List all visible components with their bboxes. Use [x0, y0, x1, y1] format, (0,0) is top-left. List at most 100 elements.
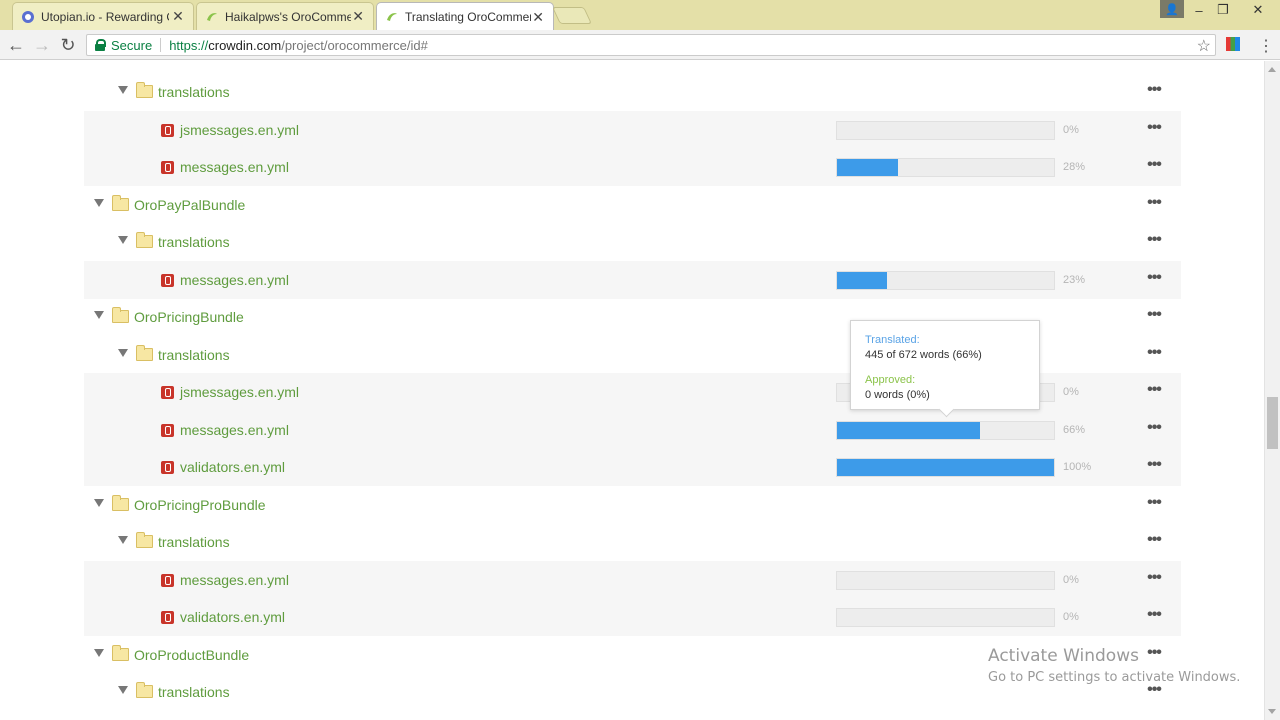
scroll-down-arrow-icon[interactable] — [1268, 709, 1276, 714]
close-window-button[interactable]: ✕ — [1236, 0, 1280, 20]
close-tab-icon[interactable]: ✕ — [171, 8, 185, 25]
yml-file-icon — [161, 461, 174, 474]
tooltip-translated-value: 445 of 672 words (66%) — [865, 349, 982, 361]
file-name-link[interactable]: messages.en.yml — [180, 572, 289, 588]
folder-name[interactable]: OroPricingProBundle — [134, 497, 266, 513]
progress-percent: 0% — [1063, 573, 1079, 586]
url-host: crowdin.com — [208, 37, 282, 53]
more-options-icon[interactable]: ••• — [1143, 494, 1165, 514]
close-tab-icon[interactable]: ✕ — [531, 9, 545, 26]
file-name-link[interactable]: jsmessages.en.yml — [180, 122, 299, 138]
more-options-icon[interactable]: ••• — [1143, 381, 1165, 401]
folder-name[interactable]: OroPricingBundle — [134, 309, 244, 325]
restore-window-button[interactable]: ❐ — [1212, 0, 1234, 20]
file-row[interactable]: messages.en.yml 66% ••• — [84, 410, 1181, 449]
more-options-icon[interactable]: ••• — [1143, 569, 1165, 589]
new-tab-button[interactable] — [552, 7, 592, 24]
file-name-link[interactable]: validators.en.yml — [180, 459, 285, 475]
translation-progress-bar[interactable] — [836, 158, 1055, 177]
folder-name[interactable]: translations — [158, 234, 230, 250]
reload-icon[interactable]: ↻ — [58, 35, 78, 55]
folder-name[interactable]: translations — [158, 84, 230, 100]
scrollbar-thumb[interactable] — [1267, 397, 1278, 449]
watermark-title: Activate Windows — [988, 646, 1139, 666]
folder-row[interactable]: translations ••• — [84, 523, 1181, 561]
translation-progress-bar[interactable] — [836, 270, 1055, 290]
folder-name[interactable]: OroPayPalBundle — [134, 197, 245, 213]
progress-percent: 0% — [1063, 123, 1079, 136]
yml-file-icon — [161, 123, 174, 137]
progress-percent: 0% — [1063, 386, 1079, 398]
folder-row[interactable]: translations ••• — [84, 223, 1181, 261]
file-name-link[interactable]: jsmessages.en.yml — [180, 384, 299, 400]
yml-file-icon — [161, 386, 174, 399]
file-name-link[interactable]: messages.en.yml — [180, 159, 289, 175]
file-row[interactable]: messages.en.yml 0% ••• — [84, 560, 1181, 599]
bookmark-star-icon[interactable]: ☆ — [1197, 36, 1211, 56]
folder-icon — [112, 307, 129, 323]
expand-caret-icon[interactable] — [118, 236, 128, 244]
scroll-up-arrow-icon[interactable] — [1268, 67, 1276, 72]
more-options-icon[interactable]: ••• — [1143, 531, 1165, 551]
more-options-icon[interactable]: ••• — [1143, 194, 1165, 214]
more-options-icon[interactable]: ••• — [1143, 344, 1165, 364]
file-name-link[interactable]: messages.en.yml — [180, 272, 289, 288]
extension-icon[interactable] — [1226, 37, 1240, 51]
folder-name[interactable]: translations — [158, 684, 230, 700]
forward-arrow-icon[interactable]: → — [32, 35, 52, 55]
browser-tab-utopian[interactable]: Utopian.io - Rewarding O ✕ — [12, 2, 194, 30]
folder-name[interactable]: OroProductBundle — [134, 647, 249, 663]
minimize-window-button[interactable]: – — [1186, 0, 1212, 20]
more-options-icon[interactable]: ••• — [1143, 231, 1165, 251]
close-tab-icon[interactable]: ✕ — [351, 8, 365, 25]
address-bar[interactable]: Secure https:// crowdin.com /project/oro… — [86, 34, 1216, 56]
expand-caret-icon[interactable] — [118, 686, 128, 694]
more-options-icon[interactable]: ••• — [1143, 269, 1165, 289]
file-name-link[interactable]: messages.en.yml — [180, 422, 289, 438]
yml-file-icon — [161, 273, 174, 287]
folder-icon — [112, 194, 129, 211]
file-name-link[interactable]: validators.en.yml — [180, 609, 285, 625]
progress-fill — [837, 271, 887, 289]
folder-name[interactable]: translations — [158, 534, 230, 550]
translation-progress-bar[interactable] — [836, 608, 1055, 627]
browser-menu-icon[interactable]: ⋮ — [1258, 36, 1274, 56]
folder-row[interactable]: translations ••• — [84, 73, 1181, 111]
translation-progress-bar[interactable] — [836, 458, 1055, 477]
file-row[interactable]: validators.en.yml 100% ••• — [84, 448, 1181, 486]
more-options-icon[interactable]: ••• — [1143, 606, 1165, 626]
crowdin-logo-icon — [387, 13, 397, 21]
back-arrow-icon[interactable]: ← — [6, 35, 26, 55]
browser-tab-translating[interactable]: Translating OroCommerc ✕ — [376, 2, 554, 31]
expand-caret-icon[interactable] — [118, 348, 128, 357]
folder-row[interactable]: OroPricingProBundle ••• — [84, 486, 1181, 524]
activate-windows-watermark: Activate Windows Go to PC settings to ac… — [988, 646, 1240, 685]
expand-caret-icon[interactable] — [94, 198, 104, 207]
folder-row[interactable]: OroPayPalBundle ••• — [84, 186, 1181, 224]
yml-file-icon — [161, 423, 174, 437]
more-options-icon[interactable]: ••• — [1143, 419, 1165, 439]
expand-caret-icon[interactable] — [118, 536, 128, 544]
more-options-icon[interactable]: ••• — [1143, 119, 1165, 139]
expand-caret-icon[interactable] — [94, 498, 104, 507]
page-scrollbar[interactable] — [1264, 61, 1280, 720]
expand-caret-icon[interactable] — [94, 648, 104, 657]
folder-name[interactable]: translations — [158, 347, 230, 363]
expand-caret-icon[interactable] — [94, 311, 104, 319]
translation-progress-bar[interactable] — [836, 120, 1055, 140]
tab-strip: Utopian.io - Rewarding O ✕ Haikalpws's O… — [0, 0, 1280, 31]
browser-tab-haikalpws[interactable]: Haikalpws's OroCommer ✕ — [196, 2, 374, 30]
expand-caret-icon[interactable] — [118, 86, 128, 94]
file-row[interactable]: jsmessages.en.yml 0% ••• — [84, 110, 1181, 149]
translation-progress-bar[interactable] — [836, 570, 1055, 590]
more-options-icon[interactable]: ••• — [1143, 81, 1165, 101]
more-options-icon[interactable]: ••• — [1143, 156, 1165, 176]
more-options-icon[interactable]: ••• — [1143, 456, 1165, 476]
more-options-icon[interactable]: ••• — [1143, 306, 1165, 326]
user-profile-icon[interactable]: 👤 — [1160, 0, 1184, 18]
file-row[interactable]: validators.en.yml 0% ••• — [84, 598, 1181, 636]
translation-progress-bar[interactable] — [836, 420, 1055, 440]
lock-icon — [95, 39, 106, 51]
file-row[interactable]: messages.en.yml 23% ••• — [84, 260, 1181, 299]
file-row[interactable]: messages.en.yml 28% ••• — [84, 148, 1181, 186]
